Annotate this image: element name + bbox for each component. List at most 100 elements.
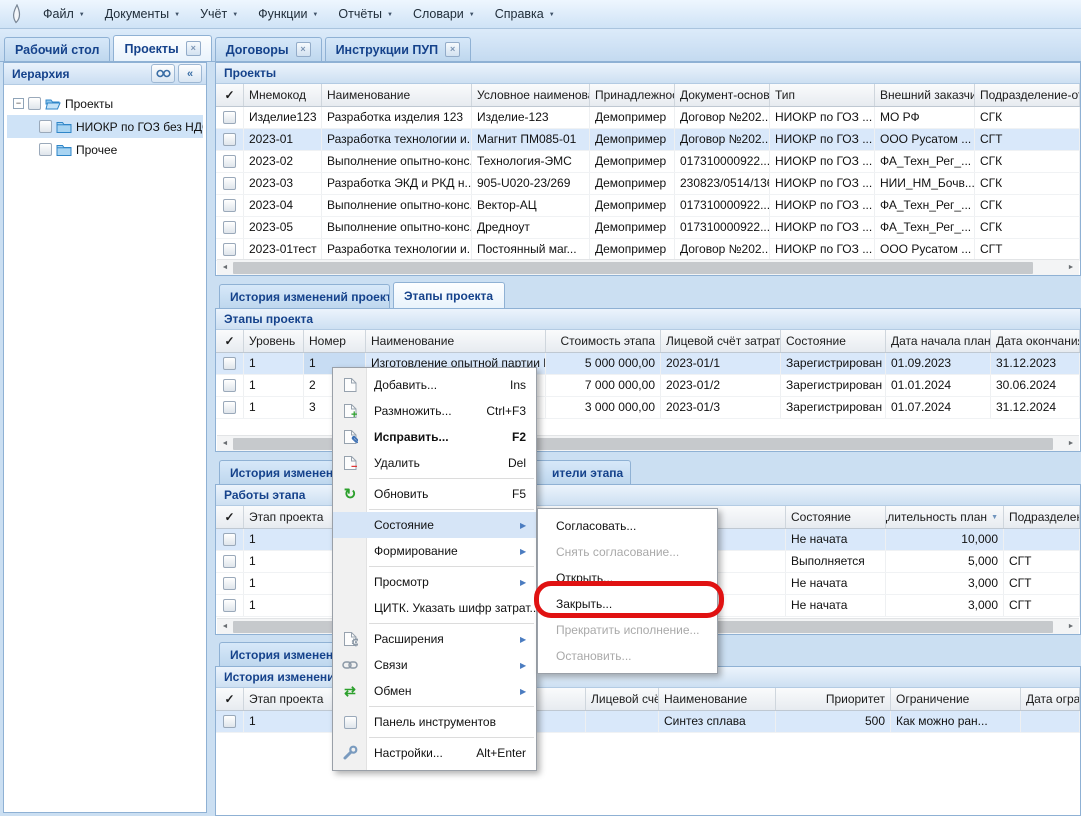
row-checkbox[interactable] bbox=[223, 555, 236, 568]
table-cell[interactable]: СГТ bbox=[1004, 573, 1080, 594]
menu-item[interactable]: Настройки...Alt+Enter bbox=[333, 740, 536, 766]
table-row[interactable]: 2023-05Выполнение опытно-конс...Дредноут… bbox=[216, 217, 1080, 239]
table-cell[interactable]: Демопример bbox=[590, 173, 675, 194]
table-cell[interactable]: ООО Русатом ... bbox=[875, 239, 975, 260]
table-cell[interactable]: 2023-01тест bbox=[244, 239, 322, 260]
table-cell[interactable]: 01.01.2024 bbox=[886, 375, 991, 396]
table-row[interactable]: 2023-01тестРазработка технологии и...Пос… bbox=[216, 239, 1080, 261]
scroll-right-icon[interactable]: ► bbox=[1063, 260, 1079, 275]
table-cell[interactable]: 1 bbox=[244, 375, 304, 396]
table-cell[interactable]: Разработка изделия 123 bbox=[322, 107, 472, 128]
column-header[interactable]: ✓ bbox=[216, 330, 244, 352]
column-header[interactable]: Длительность план▼ bbox=[886, 506, 1004, 528]
column-header[interactable]: Состояние bbox=[786, 506, 886, 528]
row-checkbox[interactable] bbox=[223, 577, 236, 590]
column-header[interactable]: Наименование bbox=[659, 688, 776, 710]
tab-desktop[interactable]: Рабочий стол bbox=[4, 37, 110, 61]
table-cell[interactable]: 7 000 000,00 bbox=[546, 375, 661, 396]
table-cell[interactable]: Изделие-123 bbox=[472, 107, 590, 128]
table-cell[interactable]: Синтез сплава bbox=[659, 711, 776, 732]
column-header[interactable]: Дата ограничения bbox=[1021, 688, 1080, 710]
column-header[interactable]: Лицевой счёт затр bbox=[586, 688, 659, 710]
table-cell[interactable]: Постоянный маг... bbox=[472, 239, 590, 260]
table-cell[interactable]: Как можно ран... bbox=[891, 711, 1021, 732]
menubar-item[interactable]: Справка▼ bbox=[485, 3, 565, 25]
table-cell[interactable]: 10,000 bbox=[886, 529, 1004, 550]
table-cell[interactable]: 3 000 000,00 bbox=[546, 397, 661, 418]
tree-item[interactable]: −Проекты bbox=[7, 92, 203, 115]
table-cell[interactable]: 017310000922... bbox=[675, 217, 770, 238]
table-cell[interactable]: СГТ bbox=[975, 129, 1080, 150]
table-cell[interactable]: НИОКР по ГОЗ ... bbox=[770, 107, 875, 128]
column-header[interactable]: Уровень bbox=[244, 330, 304, 352]
table-cell[interactable]: НИОКР по ГОЗ ... bbox=[770, 129, 875, 150]
table-cell[interactable]: НИОКР по ГОЗ ... bbox=[770, 195, 875, 216]
table-cell[interactable]: Выполняется bbox=[786, 551, 886, 572]
collapse-node-icon[interactable]: − bbox=[13, 98, 24, 109]
table-cell[interactable]: Договор №202... bbox=[675, 107, 770, 128]
table-cell[interactable]: НИОКР по ГОЗ ... bbox=[770, 217, 875, 238]
table-cell[interactable] bbox=[1004, 529, 1080, 550]
table-cell[interactable]: Договор №202... bbox=[675, 239, 770, 260]
table-cell[interactable]: СГТ bbox=[1004, 551, 1080, 572]
menu-item[interactable]: +Размножить...Ctrl+F3 bbox=[333, 398, 536, 424]
column-header[interactable]: ✓ bbox=[216, 688, 244, 710]
menu-item[interactable]: ✎Исправить...F2 bbox=[333, 424, 536, 450]
column-header[interactable]: Стоимость этапа bbox=[546, 330, 661, 352]
table-cell[interactable]: 500 bbox=[776, 711, 891, 732]
table-cell[interactable]: 1 bbox=[244, 397, 304, 418]
table-cell[interactable]: Выполнение опытно-конс... bbox=[322, 195, 472, 216]
menu-item[interactable]: ↻ОбновитьF5 bbox=[333, 481, 536, 507]
menu-item[interactable]: Связи▶ bbox=[333, 652, 536, 678]
table-cell[interactable]: Не начата bbox=[786, 529, 886, 550]
collapse-panel-button[interactable]: « bbox=[178, 64, 202, 83]
table-cell[interactable] bbox=[586, 711, 659, 732]
row-checkbox[interactable] bbox=[223, 401, 236, 414]
table-cell[interactable]: 2023-03 bbox=[244, 173, 322, 194]
row-checkbox[interactable] bbox=[223, 221, 236, 234]
column-header[interactable]: Тип bbox=[770, 84, 875, 106]
table-cell[interactable]: 30.06.2024 bbox=[991, 375, 1080, 396]
table-cell[interactable]: СГК bbox=[975, 151, 1080, 172]
menu-item[interactable]: Состояние▶ bbox=[333, 512, 536, 538]
column-header[interactable]: Дата окончания п bbox=[991, 330, 1080, 352]
tab-project-stages[interactable]: Этапы проекта bbox=[393, 282, 505, 308]
tab-close-icon[interactable]: × bbox=[186, 41, 201, 56]
table-cell[interactable]: НИОКР по ГОЗ ... bbox=[770, 151, 875, 172]
table-cell[interactable]: СГТ bbox=[1004, 595, 1080, 616]
table-cell[interactable]: Выполнение опытно-конс... bbox=[322, 151, 472, 172]
column-header[interactable]: ✓ bbox=[216, 84, 244, 106]
column-header[interactable]: Мнемокод bbox=[244, 84, 322, 106]
menu-item[interactable]: Добавить...Ins bbox=[333, 372, 536, 398]
scroll-left-icon[interactable]: ◄ bbox=[217, 260, 233, 275]
tree-checkbox[interactable] bbox=[28, 97, 41, 110]
table-cell[interactable]: 2023-01/1 bbox=[661, 353, 781, 374]
tab-close-icon[interactable]: × bbox=[445, 42, 460, 57]
menu-item[interactable]: Панель инструментов bbox=[333, 709, 536, 735]
table-row[interactable]: 2023-02Выполнение опытно-конс...Технолог… bbox=[216, 151, 1080, 173]
tab-projects[interactable]: Проекты× bbox=[113, 35, 211, 61]
table-cell[interactable]: СГК bbox=[975, 217, 1080, 238]
table-cell[interactable]: 31.12.2023 bbox=[991, 353, 1080, 374]
menu-item[interactable]: −УдалитьDel bbox=[333, 450, 536, 476]
table-cell[interactable]: 3,000 bbox=[886, 595, 1004, 616]
table-cell[interactable]: Не начата bbox=[786, 573, 886, 594]
table-cell[interactable]: 230823/0514/136 bbox=[675, 173, 770, 194]
row-checkbox[interactable] bbox=[223, 155, 236, 168]
table-cell[interactable]: 2023-01/2 bbox=[661, 375, 781, 396]
table-cell[interactable]: НИОКР по ГОЗ ... bbox=[770, 239, 875, 260]
table-cell[interactable]: Разработка технологии и... bbox=[322, 129, 472, 150]
table-cell[interactable]: СГК bbox=[975, 195, 1080, 216]
table-cell[interactable]: Демопример bbox=[590, 239, 675, 260]
menu-item[interactable]: Формирование▶ bbox=[333, 538, 536, 564]
table-cell[interactable]: 905-U020-23/269 bbox=[472, 173, 590, 194]
tree-checkbox[interactable] bbox=[39, 143, 52, 156]
row-checkbox[interactable] bbox=[223, 533, 236, 546]
projects-horizontal-scrollbar[interactable]: ◄ ► bbox=[217, 259, 1079, 275]
tree-item[interactable]: НИОКР по ГОЗ без НДС bbox=[7, 115, 203, 138]
row-checkbox[interactable] bbox=[223, 111, 236, 124]
column-header[interactable]: Ограничение bbox=[891, 688, 1021, 710]
table-cell[interactable]: 017310000922... bbox=[675, 151, 770, 172]
table-cell[interactable]: 01.09.2023 bbox=[886, 353, 991, 374]
table-cell[interactable]: Зарегистрирован bbox=[781, 397, 886, 418]
